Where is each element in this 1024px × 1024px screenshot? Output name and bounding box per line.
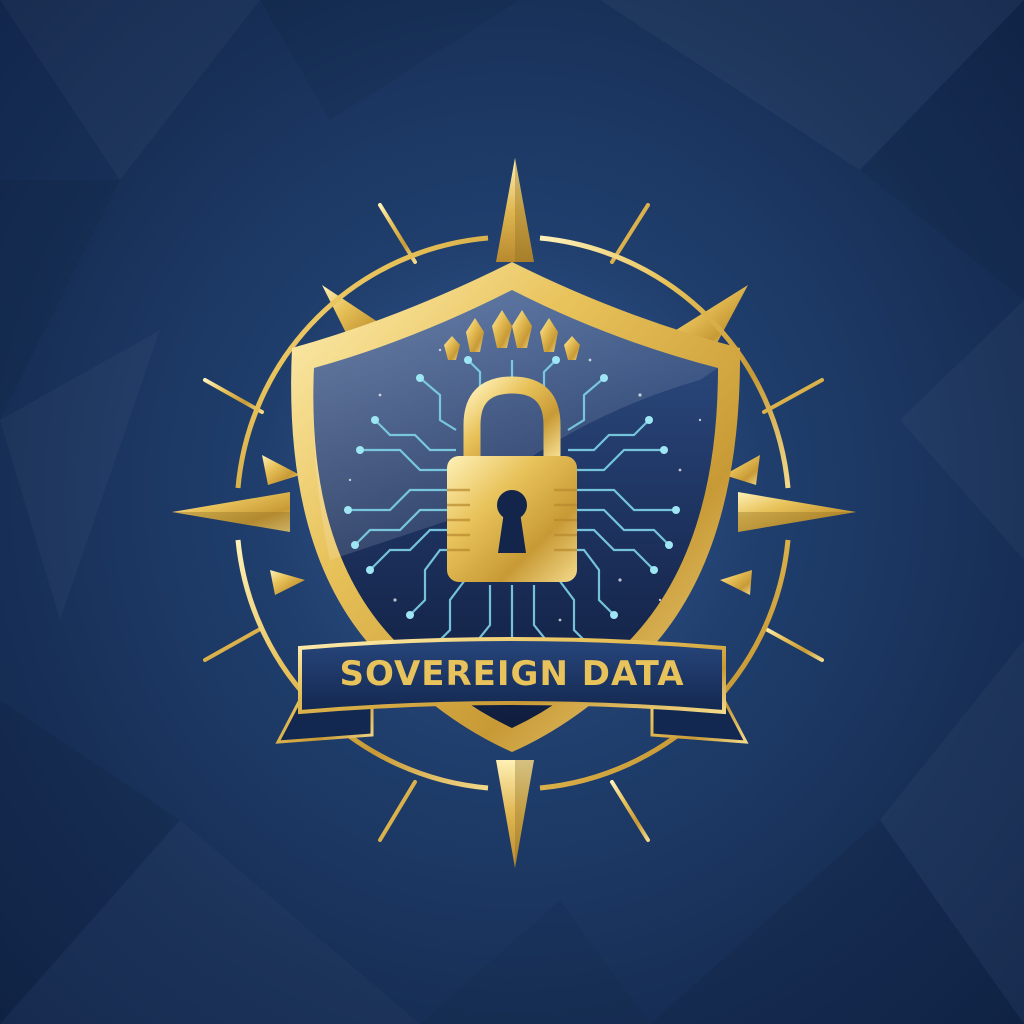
- banner-text: SOVEREIGN DATA: [339, 654, 684, 694]
- logo-canvas: SOVEREIGN DATA: [0, 0, 1024, 1024]
- emblem: SOVEREIGN DATA: [172, 158, 856, 868]
